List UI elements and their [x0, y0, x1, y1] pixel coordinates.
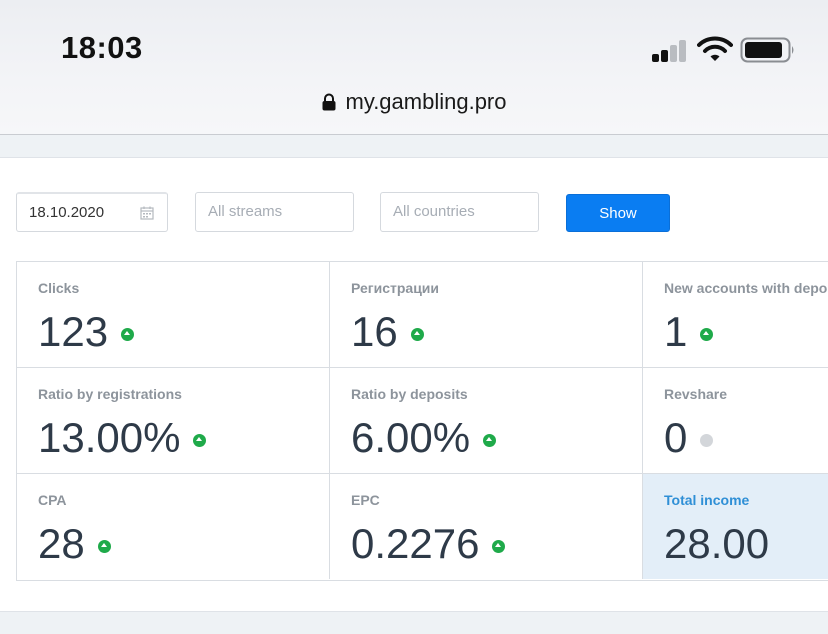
stat-value-row: 13.00%: [38, 414, 207, 462]
stat-cpa: CPA 28: [17, 474, 330, 579]
trend-up-icon: [410, 327, 424, 341]
trend-up-icon: [483, 433, 497, 447]
stat-value: 16: [351, 308, 398, 355]
url-text: my.gambling.pro: [345, 89, 507, 114]
stat-value: 13.00%: [38, 414, 181, 461]
address-bar[interactable]: my.gambling.pro: [0, 89, 828, 115]
calendar-icon[interactable]: [140, 206, 154, 220]
stat-value-row: 28: [38, 520, 111, 568]
stat-value: 1: [664, 308, 688, 355]
stat-value: 28.00: [664, 520, 770, 567]
stat-label: Ratio by registrations: [38, 386, 182, 402]
stat-ratio-by-registrations: Ratio by registrations 13.00%: [17, 368, 330, 474]
trend-neutral-icon: [700, 433, 714, 447]
stat-label: Total income: [664, 492, 750, 508]
trend-up-icon: [492, 539, 506, 553]
wifi-icon: [697, 36, 733, 61]
stat-value-row: 123: [38, 308, 135, 356]
trend-up-icon: [700, 327, 714, 341]
stats-grid: Clicks 123 Регистрации 16 New accounts w…: [16, 261, 828, 581]
stat-value-row: 16: [351, 308, 424, 356]
stat-label: Clicks: [38, 280, 80, 296]
battery-icon: [740, 37, 794, 63]
stat-registrations: Регистрации 16: [330, 262, 643, 368]
stat-total-income: Total income 28.00: [643, 474, 828, 579]
stat-value: 0.2276: [351, 520, 480, 567]
stat-value-row: 0.2276: [351, 520, 506, 568]
trend-up-icon: [121, 327, 135, 341]
stat-clicks: Clicks 123: [17, 262, 330, 368]
show-button[interactable]: Show: [566, 194, 670, 232]
page-header-band: [0, 135, 828, 158]
stat-ratio-by-deposits: Ratio by deposits 6.00%: [330, 368, 643, 474]
trend-up-icon: [193, 433, 207, 447]
lock-icon: [322, 93, 335, 111]
stat-value: 0: [664, 414, 688, 461]
trend-up-icon: [97, 539, 111, 553]
stat-epc: EPC 0.2276: [330, 474, 643, 579]
stat-label: Ratio by deposits: [351, 386, 468, 402]
stat-value: 6.00%: [351, 414, 471, 461]
stat-new-accounts-with-deposit: New accounts with depo 1: [643, 262, 828, 368]
stat-label: New accounts with depo: [664, 280, 828, 296]
status-time: 18:03: [61, 30, 143, 65]
stat-label: Регистрации: [351, 280, 440, 296]
stat-label: EPC: [351, 492, 380, 508]
stat-label: CPA: [38, 492, 67, 508]
page-footer-band: [0, 611, 828, 634]
stat-value-row: 28.00: [664, 520, 769, 568]
stat-label: Revshare: [664, 386, 728, 402]
stat-value-row: 1: [664, 308, 714, 356]
browser-top-bar: 18:03 my.gambling.pro: [0, 0, 828, 135]
stat-value-row: 0: [664, 414, 714, 462]
stat-value: 123: [38, 308, 109, 355]
cellular-signal-icon: [652, 38, 692, 62]
countries-select[interactable]: [380, 192, 539, 232]
stat-value: 28: [38, 520, 85, 567]
stat-value-row: 6.00%: [351, 414, 497, 462]
streams-select[interactable]: [195, 192, 354, 232]
stat-revshare: Revshare 0: [643, 368, 828, 474]
